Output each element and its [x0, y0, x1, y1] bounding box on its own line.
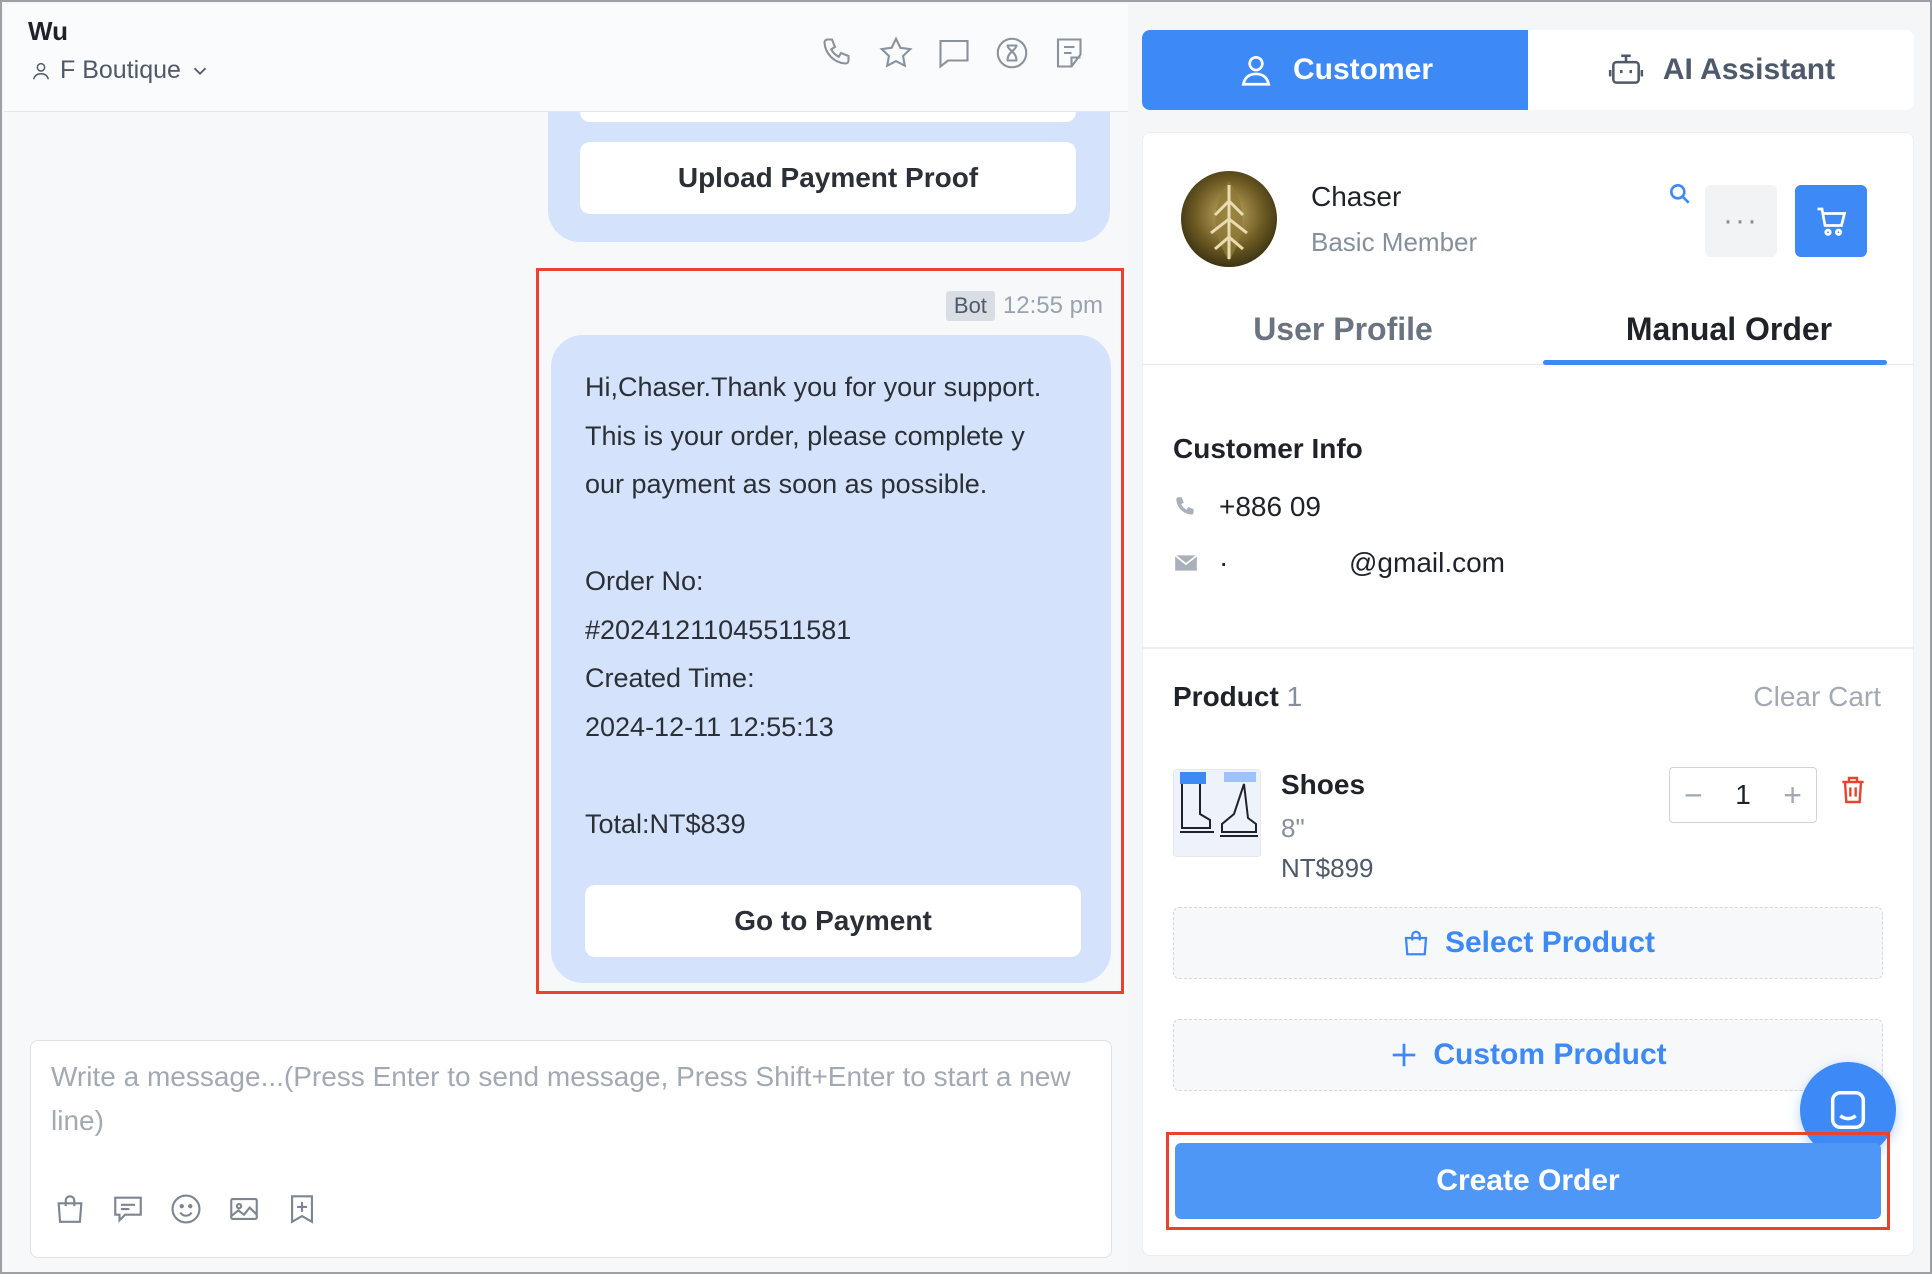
upload-payment-proof-button[interactable]: Upload Payment Proof: [580, 142, 1076, 214]
quantity-value[interactable]: 1: [1735, 779, 1751, 811]
message-input[interactable]: [51, 1055, 1091, 1165]
store-name: F Boutique: [60, 56, 181, 84]
email-prefix: ·: [1219, 547, 1229, 578]
section-divider: [1143, 647, 1913, 649]
message-time: 12:55 pm: [1002, 292, 1103, 319]
cart-icon: [1817, 207, 1847, 236]
message-line: [585, 751, 1085, 800]
sub-tabs: User Profile Manual Order: [1143, 293, 1913, 365]
avatar: [1181, 171, 1277, 267]
phone-number: +886 09: [1219, 491, 1321, 522]
chat-pane: Wu F Boutique Upload Payment Proof Bot 1…: [4, 4, 1128, 1272]
message-composer: [30, 1040, 1112, 1258]
phone-icon[interactable]: [820, 34, 856, 72]
go-to-payment-button[interactable]: Go to Payment: [585, 885, 1081, 957]
robot-icon: [1608, 54, 1643, 84]
customer-level: Basic Member: [1311, 227, 1478, 257]
product-label: Product: [1173, 681, 1279, 712]
email-domain: @gmail.com: [1349, 547, 1506, 578]
message-line: Hi,Chaser.Thank you for your support.: [585, 372, 1042, 402]
message-square-icon[interactable]: [936, 34, 972, 72]
bookmark-add-icon[interactable]: [285, 1191, 319, 1227]
bot-tag: Bot: [945, 291, 995, 321]
product-name: Shoes: [1281, 769, 1366, 800]
panel-tabs: Customer AI Assistant: [1142, 30, 1914, 110]
chat-header: Wu F Boutique: [4, 4, 1128, 112]
email-row: · @gmail.com: [1173, 547, 1505, 579]
previous-button-fragment: [580, 112, 1076, 122]
message-line: [585, 509, 1085, 558]
custom-product-button[interactable]: Custom Product: [1173, 1019, 1883, 1091]
product-title: Product 1: [1173, 681, 1302, 713]
phone-icon: [1176, 497, 1194, 515]
message-list[interactable]: Upload Payment Proof Bot 12:55 pm Hi,Cha…: [4, 112, 1128, 1032]
select-product-label: Select Product: [1444, 926, 1656, 959]
decrease-button[interactable]: −: [1684, 777, 1703, 814]
tab-customer[interactable]: Customer: [1142, 30, 1528, 110]
product-price: NT$899: [1281, 853, 1374, 883]
customer-info-title: Customer Info: [1173, 433, 1363, 464]
order-message-bubble: Hi,Chaser.Thank you for your support. Th…: [551, 335, 1111, 983]
quick-reply-icon[interactable]: [111, 1191, 145, 1227]
product-size: 8": [1281, 813, 1305, 843]
message-text: Hi,Chaser.Thank you for your support. Th…: [585, 363, 1085, 848]
message-line: our payment as soon as possible.: [585, 469, 988, 499]
product-count: 1: [1286, 681, 1303, 712]
emoji-icon[interactable]: [169, 1191, 203, 1227]
composer-toolbar: [53, 1191, 319, 1227]
create-order-button[interactable]: Create Order: [1175, 1143, 1881, 1219]
tab-label: Customer: [1292, 53, 1434, 86]
message-line: Order No:: [585, 566, 704, 596]
message-line: 2024-12-11 12:55:13: [585, 711, 834, 742]
message-meta: Bot 12:55 pm: [945, 291, 1103, 321]
tab-label: AI Assistant: [1662, 53, 1836, 86]
search-user-icon[interactable]: [1667, 181, 1693, 207]
tab-user-profile[interactable]: User Profile: [1143, 293, 1543, 365]
clear-cart-link[interactable]: Clear Cart: [1753, 681, 1881, 713]
more-button[interactable]: ···: [1705, 185, 1777, 257]
message-line: Total:NT$839: [585, 808, 746, 839]
shopping-bag-icon: [1404, 930, 1428, 956]
user-icon: [32, 62, 50, 79]
plus-icon: [1393, 1043, 1416, 1067]
image-icon[interactable]: [227, 1191, 261, 1227]
tab-manual-order[interactable]: Manual Order: [1543, 293, 1913, 365]
quantity-stepper: − 1 +: [1669, 767, 1817, 823]
note-icon[interactable]: [1052, 34, 1088, 72]
app-window: Wu F Boutique Upload Payment Proof Bot 1…: [0, 0, 1932, 1274]
store-selector[interactable]: F Boutique: [30, 56, 211, 85]
header-actions: [820, 34, 1088, 72]
shopping-bag-icon[interactable]: [53, 1191, 87, 1227]
order-message-highlight: Bot 12:55 pm Hi,Chaser.Thank you for you…: [536, 268, 1124, 994]
active-tab-indicator: [1543, 360, 1887, 365]
hourglass-icon[interactable]: [994, 34, 1030, 72]
chat-bubble-icon: [1830, 1091, 1866, 1129]
message-line: #20241211045511581: [585, 614, 852, 645]
star-icon[interactable]: [878, 34, 914, 72]
customer-card: Chaser Basic Member ··· User Profile Man…: [1142, 132, 1914, 1256]
custom-product-label: Custom Product: [1433, 1038, 1667, 1071]
select-product-button[interactable]: Select Product: [1173, 907, 1883, 979]
chevron-down-icon: [193, 67, 207, 75]
mail-icon: [1174, 554, 1198, 571]
person-icon: [1241, 55, 1271, 86]
trash-icon[interactable]: [1837, 773, 1869, 807]
tab-ai-assistant[interactable]: AI Assistant: [1528, 30, 1914, 110]
message-line: Created Time:: [585, 663, 755, 693]
phone-row: +886 09: [1173, 491, 1321, 523]
contact-name: Wu: [28, 16, 68, 46]
previous-message-bubble: Upload Payment Proof: [548, 112, 1110, 242]
increase-button[interactable]: +: [1783, 777, 1802, 814]
create-order-highlight: Create Order: [1166, 1132, 1890, 1230]
cart-button[interactable]: [1795, 185, 1867, 257]
message-line: This is your order, please complete y: [585, 420, 1025, 451]
product-thumbnail: [1173, 769, 1261, 857]
customer-name: Chaser: [1311, 181, 1402, 212]
